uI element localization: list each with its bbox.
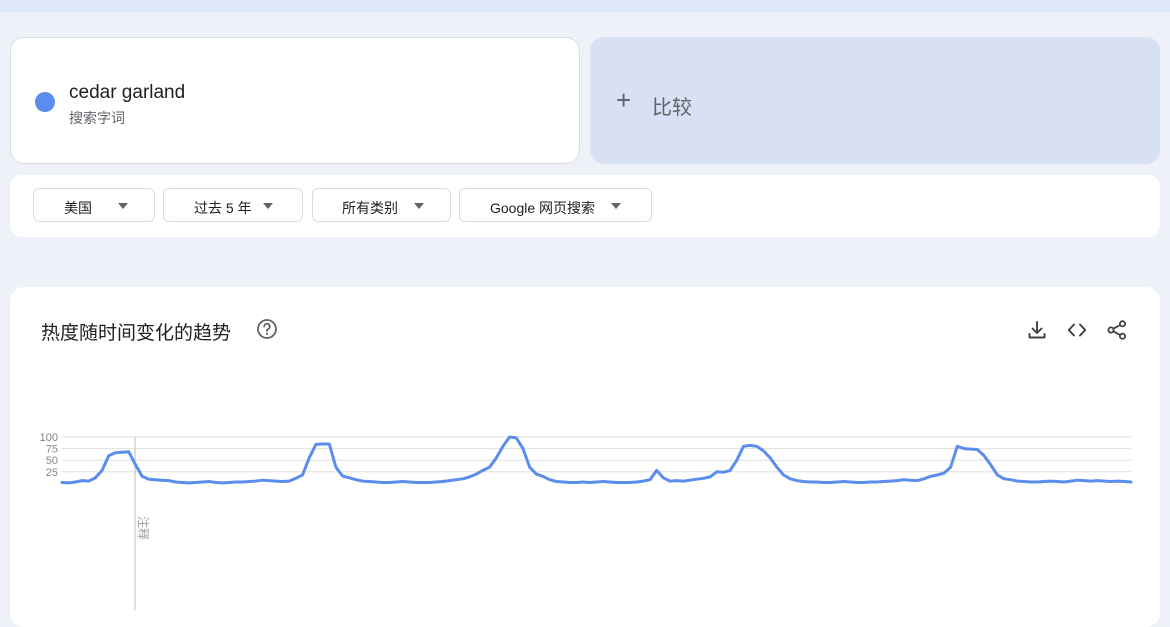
interest-over-time-chart: 100755025 注释 [40,432,1133,610]
y-tick-label: 25 [46,467,58,479]
y-tick-label: 75 [46,444,58,456]
y-tick-label: 100 [40,432,58,444]
y-tick-label: 50 [46,455,58,467]
annotation-label: 注释 [136,516,151,540]
